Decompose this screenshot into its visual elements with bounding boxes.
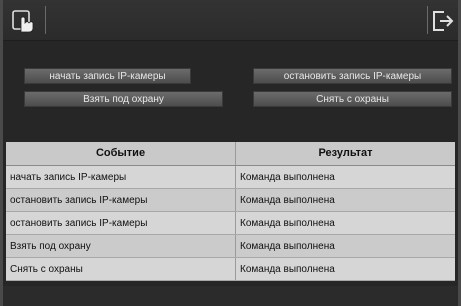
table-row[interactable]: остановить запись IP-камеры Команда выпо… bbox=[6, 189, 455, 212]
result-cell: Команда выполнена bbox=[240, 172, 335, 183]
event-column-header: Событие bbox=[6, 142, 236, 165]
disarm-button[interactable]: Снять с охраны bbox=[253, 91, 452, 107]
stop-recording-button[interactable]: остановить запись IP-камеры bbox=[253, 68, 452, 84]
start-recording-button[interactable]: начать запись IP-камеры bbox=[24, 68, 191, 84]
table-row[interactable]: остановить запись IP-камеры Команда выпо… bbox=[6, 212, 455, 235]
table-row[interactable]: начать запись IP-камеры Команда выполнен… bbox=[6, 166, 455, 189]
exit-icon[interactable] bbox=[430, 8, 456, 34]
event-log-table: Событие Результат начать запись IP-камер… bbox=[6, 142, 455, 281]
result-cell: Команда выполнена bbox=[240, 195, 335, 206]
event-cell: начать запись IP-камеры bbox=[6, 166, 236, 188]
event-cell: Снять с охраны bbox=[6, 258, 236, 280]
toolbar-separator bbox=[427, 6, 428, 34]
top-toolbar bbox=[3, 0, 458, 41]
result-cell: Команда выполнена bbox=[240, 264, 335, 275]
hand-pointer-icon[interactable] bbox=[11, 8, 37, 34]
result-column-header: Результат bbox=[318, 147, 373, 159]
table-header: Событие Результат bbox=[6, 142, 455, 166]
app-window: начать запись IP-камеры остановить запис… bbox=[0, 0, 461, 306]
table-body: начать запись IP-камеры Команда выполнен… bbox=[6, 166, 455, 281]
event-cell: остановить запись IP-камеры bbox=[6, 212, 236, 234]
event-cell: остановить запись IP-камеры bbox=[6, 189, 236, 211]
table-row[interactable]: Взять под охрану Команда выполнена bbox=[6, 235, 455, 258]
table-row[interactable]: Снять с охраны Команда выполнена bbox=[6, 258, 455, 281]
result-cell: Команда выполнена bbox=[240, 218, 335, 229]
toolbar-separator bbox=[45, 6, 46, 34]
bottom-bar bbox=[3, 286, 458, 306]
arm-button[interactable]: Взять под охрану bbox=[24, 91, 223, 107]
event-cell: Взять под охрану bbox=[6, 235, 236, 257]
command-panel: начать запись IP-камеры остановить запис… bbox=[3, 41, 458, 141]
result-cell: Команда выполнена bbox=[240, 241, 335, 252]
